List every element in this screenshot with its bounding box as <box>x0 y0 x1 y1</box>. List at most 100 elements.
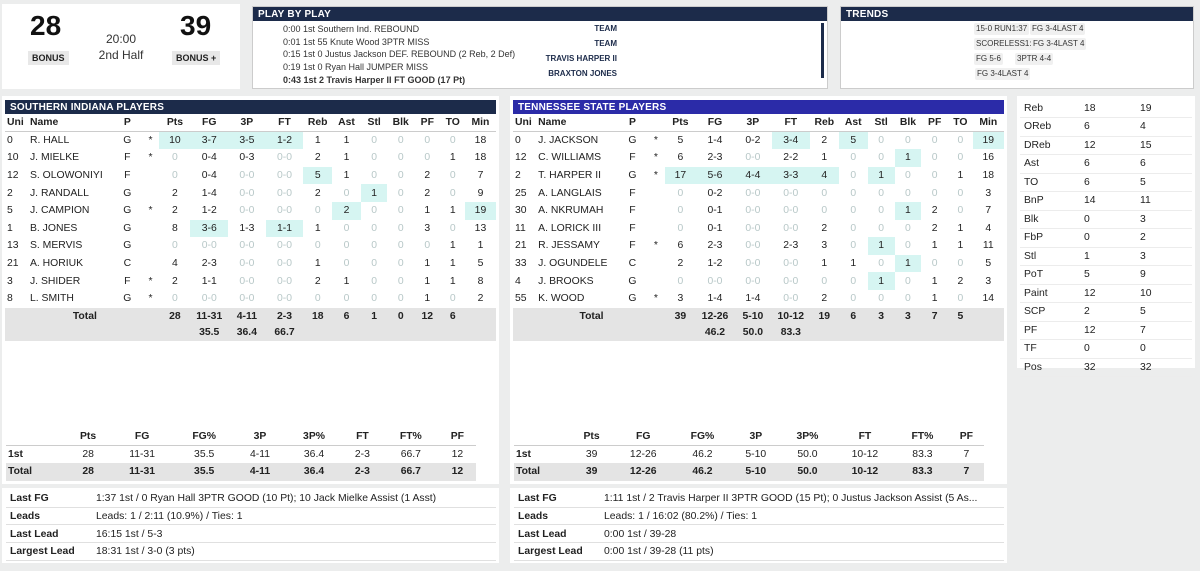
column-header: Reb <box>303 114 333 133</box>
totals-blank <box>141 307 160 325</box>
player-to: 0 <box>449 135 456 147</box>
player-row[interactable]: 10 J. MIELKE F * 0 0-4 0-3 0-0 2 1 0 0 0 1 18 <box>5 149 496 167</box>
player-pts: 3 <box>677 293 684 305</box>
player-row[interactable]: 5 J. CAMPION G * 2 1-2 0-0 0-0 0 2 0 0 1 1 19 <box>5 201 496 220</box>
player-row[interactable]: 8 L. SMITH G * 0 0-0 0-0 0-0 0 0 0 0 1 0 2 <box>5 290 496 308</box>
player-min: 3 <box>985 275 992 287</box>
player-uni: 4 <box>515 275 521 287</box>
team-stat-away: 19 <box>1136 99 1192 118</box>
column-header: Reb <box>809 114 839 133</box>
player-ast: 0 <box>850 240 857 252</box>
total-fg: 11-31 <box>190 307 229 325</box>
player-s: * <box>148 205 153 217</box>
half-header: FG% <box>174 428 234 446</box>
player-row[interactable]: 30 A. NKRUMAH F 0 0-1 0-0 0-0 0 0 0 1 2 0 7 <box>513 201 1004 220</box>
info-key: Last FG <box>10 493 49 504</box>
player-tp: 0-0 <box>745 222 761 234</box>
player-row[interactable]: 12 S. OLOWONIYI F 0 0-4 0-0 0-0 5 1 0 0 2 0 7 <box>5 166 496 185</box>
player-p: F <box>629 240 636 252</box>
player-tp: 0-3 <box>239 152 255 164</box>
player-uni: 13 <box>7 240 19 252</box>
player-min: 19 <box>464 201 496 220</box>
player-row[interactable]: 0 R. HALL G * 10 3-7 3-5 1-2 1 1 0 0 0 0 18 <box>5 131 496 150</box>
team-stat-row: Reb 18 19 <box>1020 99 1192 118</box>
play-by-play-scrollbar[interactable] <box>821 23 824 78</box>
player-to: 1 <box>449 205 456 217</box>
player-row[interactable]: 13 S. MERVIS G 0 0-0 0-0 0-0 0 0 0 0 0 1 1 <box>5 237 496 255</box>
player-s <box>142 255 160 273</box>
player-row[interactable]: 4 J. BROOKS G 0 0-0 0-0 0-0 0 0 1 0 1 2 3 <box>513 272 1004 290</box>
trend-chip: 3PTR 4-4 <box>1015 53 1054 65</box>
info-value: 1:11 1st / 2 Travis Harper II 3PTR GOOD … <box>604 493 978 504</box>
player-pf: 2 <box>931 222 938 234</box>
player-tp: 0-0 <box>745 187 761 199</box>
player-row[interactable]: 33 J. OGUNDELE C 2 1-2 0-0 0-0 1 1 0 1 0 0 5 <box>513 254 1004 273</box>
player-row[interactable]: 12 C. WILLIAMS F * 6 2-3 0-0 2-2 1 0 0 1 0 0 16 <box>513 149 1004 167</box>
pct-blank <box>894 324 922 341</box>
half-pts: 28 <box>82 449 94 460</box>
half-tp: 4-11 <box>250 449 271 460</box>
column-header: PF <box>921 114 949 133</box>
player-pts: 0 <box>677 205 684 217</box>
player-row[interactable]: 11 A. LORICK III F 0 0-1 0-0 0-0 2 0 0 0 2 1 4 <box>513 220 1004 238</box>
player-row[interactable]: 2 J. RANDALL G 2 1-4 0-0 0-0 2 0 1 0 2 0 9 <box>5 184 496 202</box>
player-reb: 1 <box>821 152 828 164</box>
player-min: 19 <box>972 131 1004 150</box>
player-pf: 2 <box>424 187 431 199</box>
column-header: FT <box>771 114 810 133</box>
team-stat-row: FbP 0 2 <box>1020 228 1192 248</box>
player-pf: 1 <box>931 275 938 287</box>
total-fg: 12-26 <box>696 307 734 325</box>
total-pf: 12 <box>414 307 441 325</box>
column-header: Name <box>27 114 113 133</box>
info-row: Largest Lead 0:00 1st / 39-28 (11 pts) <box>514 543 1004 561</box>
player-ast: 0 <box>850 170 857 182</box>
half-header: FT <box>341 428 383 446</box>
player-row[interactable]: 25 A. LANGLAIS F 0 0-2 0-0 0-0 0 0 0 0 0 0 3 <box>513 184 1004 202</box>
total-blk: 0 <box>387 307 415 325</box>
player-pf: 2 <box>931 205 938 217</box>
team-stat-label: PoT <box>1020 265 1080 285</box>
half-label: Total <box>514 463 572 481</box>
player-reb: 4 <box>809 166 839 185</box>
player-uni: 3 <box>7 275 13 287</box>
half-fg: 11-31 <box>109 463 175 481</box>
player-s <box>647 220 665 238</box>
pct-blank <box>360 324 388 341</box>
player-stl: 0 <box>878 135 885 147</box>
half-fgp: 35.5 <box>194 449 215 460</box>
half-ft: 10-12 <box>851 449 879 460</box>
player-row[interactable]: 21 R. JESSAMY F * 6 2-3 0-0 2-3 3 0 1 0 1 1 11 <box>513 237 1004 255</box>
player-row[interactable]: 55 K. WOOD G * 3 1-4 1-4 0-0 2 0 0 0 1 0 14 <box>513 290 1004 308</box>
column-header: Blk <box>387 114 415 133</box>
column-header: Uni <box>513 114 537 133</box>
play-event[interactable]: 0:00 1st Southern Ind. REBOUND <box>283 23 827 36</box>
player-stl: 0 <box>371 240 378 252</box>
player-row[interactable]: 3 J. SHIDER F * 2 1-1 0-0 0-0 2 1 0 0 1 1 8 <box>5 272 496 290</box>
player-min: 9 <box>477 187 484 199</box>
player-uni: 10 <box>7 152 19 164</box>
info-value: 0:00 1st / 39-28 (11 pts) <box>604 546 714 558</box>
player-pts: 2 <box>677 258 684 270</box>
player-min: 2 <box>477 293 484 305</box>
play-event[interactable]: 0:01 1st 55 Knute Wood 3PTR MISS <box>283 36 827 49</box>
player-blk: 0 <box>397 152 404 164</box>
player-reb: 1 <box>314 258 321 270</box>
player-row[interactable]: 1 B. JONES G 8 3-6 1-3 1-1 1 0 0 0 3 0 13 <box>5 219 496 238</box>
play-by-play-list[interactable]: 0:00 1st Southern Ind. REBOUND 0:01 1st 5… <box>253 21 827 87</box>
half-fgp: 46.2 <box>692 449 713 460</box>
player-row[interactable]: 0 J. JACKSON G * 5 1-4 0-2 3-4 2 5 0 0 0 0 19 <box>513 131 1004 150</box>
away-spacer <box>510 346 1007 428</box>
half-header: Pts <box>571 428 613 446</box>
info-value: 0:00 1st / 39-28 <box>604 528 677 540</box>
player-pts: 5 <box>677 135 684 147</box>
player-ast: 0 <box>343 187 350 199</box>
player-ast: 1 <box>343 275 350 287</box>
player-name: A. HORIUK <box>29 258 84 270</box>
player-row[interactable]: 2 T. HARPER II G * 17 5-6 4-4 3-3 4 0 1 0 0 1 18 <box>513 166 1004 185</box>
column-header: Blk <box>894 114 922 133</box>
half-row: Total 28 11-31 35.5 4-11 36.4 2-3 66.7 12 <box>6 463 476 481</box>
totals-blank <box>5 307 28 325</box>
home-box-panel: SOUTHERN INDIANA PLAYERS Uni Name P Pts FG 3P… <box>2 96 499 346</box>
player-row[interactable]: 21 A. HORIUK C 4 2-3 0-0 0-0 1 0 0 0 1 1 5 <box>5 255 496 273</box>
